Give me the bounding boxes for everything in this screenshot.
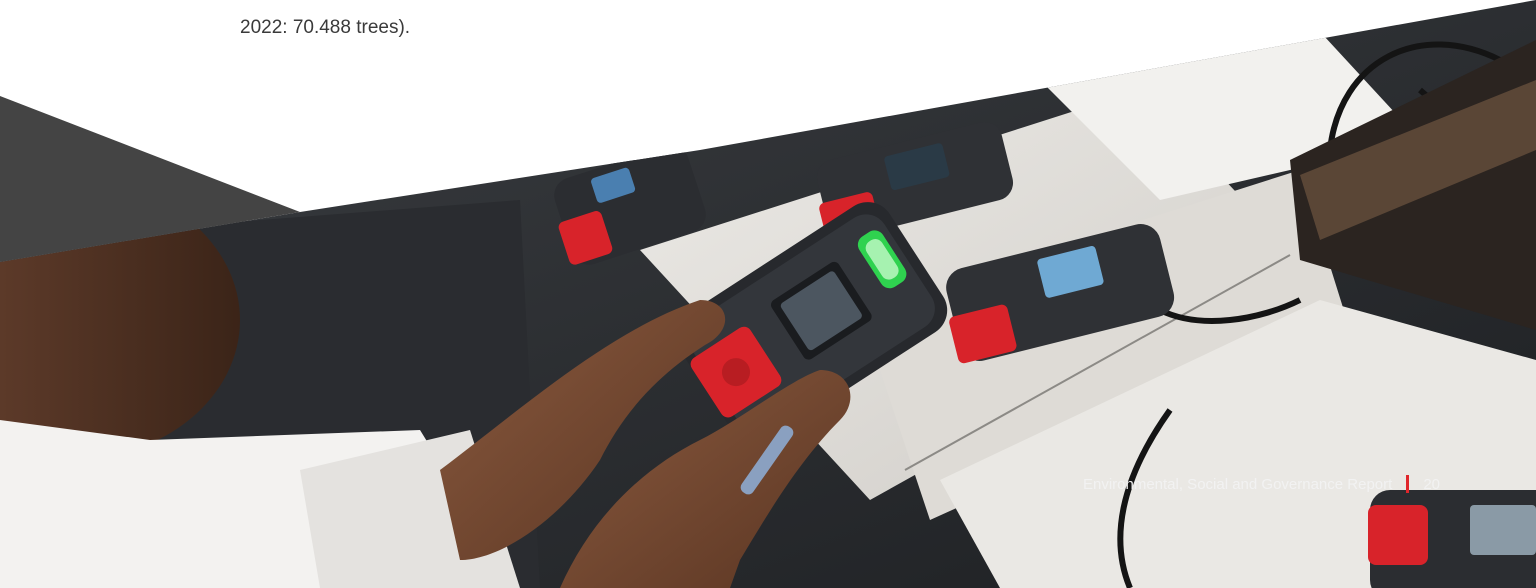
gas-detector-photo xyxy=(0,0,1536,588)
footer-separator xyxy=(1406,475,1410,493)
report-page: 2022: 70.488 trees). Environmental, Soci… xyxy=(0,0,1536,588)
footer-report-title: Environmental, Social and Governance Rep… xyxy=(1082,475,1393,493)
page-footer: Environmental, Social and Governance Rep… xyxy=(1083,475,1440,493)
footer-page-number: 20 xyxy=(1423,475,1440,493)
